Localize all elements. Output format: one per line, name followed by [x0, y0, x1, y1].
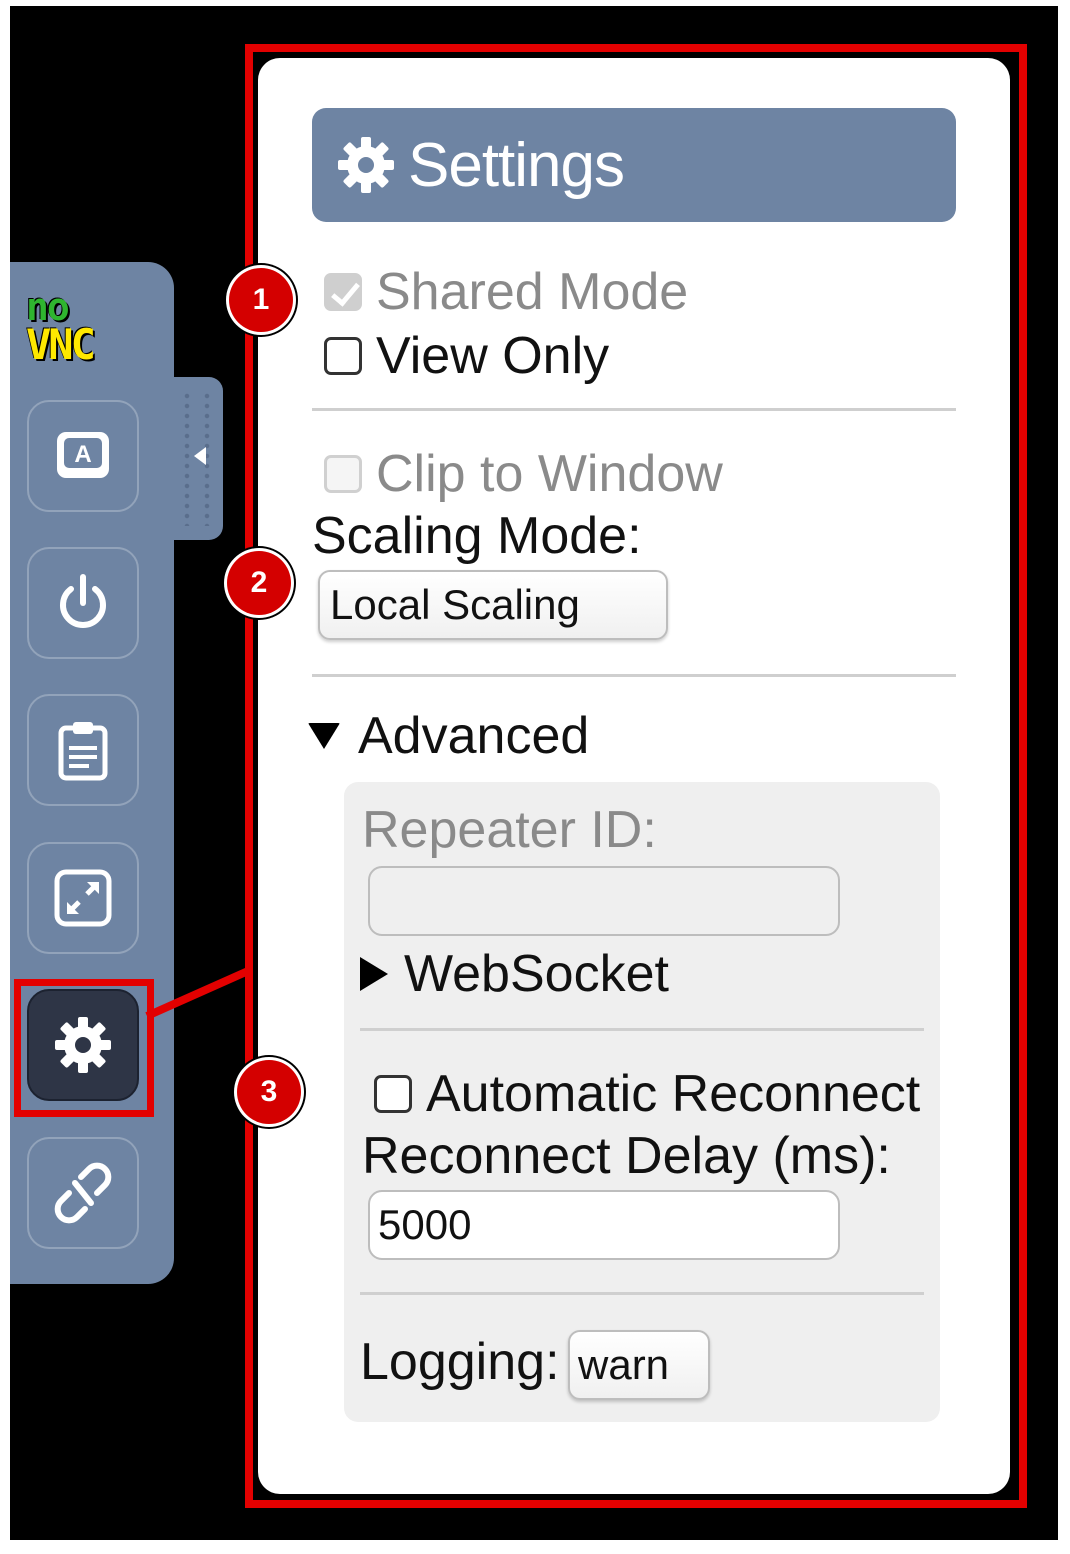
- keyboard-button[interactable]: A: [27, 400, 139, 512]
- logo-vnc: VNC: [26, 320, 96, 369]
- highlight-settings-button: [14, 979, 154, 1117]
- clipboard-icon: [58, 722, 108, 781]
- clipboard-button[interactable]: [27, 694, 139, 806]
- keyboard-a-icon: A: [57, 432, 109, 478]
- control-bar-handle[interactable]: [174, 377, 223, 540]
- power-button[interactable]: [27, 547, 139, 659]
- fullscreen-button[interactable]: [27, 842, 139, 954]
- highlight-settings-panel: [245, 44, 1027, 1508]
- annotation-badge-1: 1: [229, 268, 293, 332]
- fullscreen-icon: [54, 869, 112, 927]
- annotation-badge-2: 2: [227, 551, 291, 615]
- novnc-logo: no VNC: [26, 288, 156, 368]
- svg-text:A: A: [74, 441, 91, 468]
- disconnect-button[interactable]: [27, 1137, 139, 1249]
- collapse-arrow-icon: [194, 447, 206, 465]
- annotation-badge-3: 3: [237, 1060, 301, 1124]
- broken-link-icon: [54, 1162, 112, 1224]
- power-icon: [60, 574, 106, 628]
- handle-grip-left: [184, 391, 190, 526]
- control-bar: no VNC A: [10, 262, 174, 1284]
